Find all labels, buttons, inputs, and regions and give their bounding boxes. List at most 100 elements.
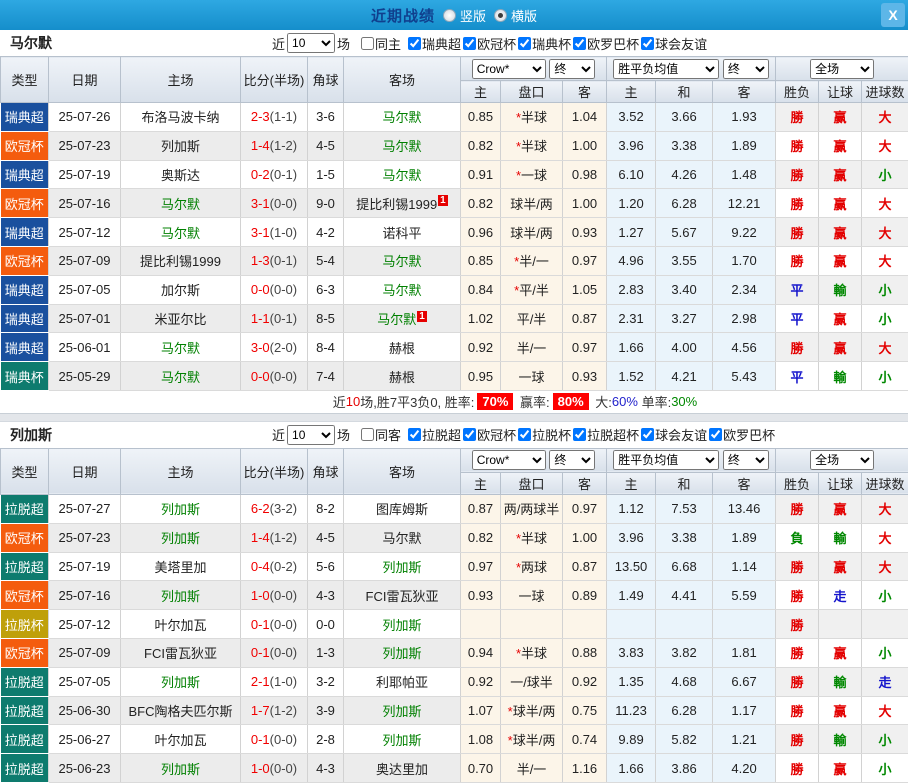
near-label: 近 [272, 34, 285, 53]
home-team: 列加斯 [121, 523, 241, 552]
league-filter-checkbox[interactable]: 瑞典杯 [517, 34, 571, 53]
result-wdl: 勝 [776, 725, 819, 754]
result-wdl: 勝 [776, 131, 819, 160]
col-header-ah-result: 让球 [819, 472, 862, 494]
wdl-odds-group-header: 胜平负均值 终 [607, 57, 776, 81]
odds-draw: 4.68 [656, 667, 713, 696]
ah-home-odds: 0.93 [461, 581, 501, 610]
odds-draw: 4.00 [656, 333, 713, 362]
score: 0-0(0-0) [241, 362, 308, 391]
near-label: 近 [272, 425, 285, 444]
league-filter-label: 瑞典杯 [532, 34, 571, 53]
league-filter-checkbox[interactable]: 拉脱超杯 [572, 425, 639, 444]
result-handicap: 赢 [819, 103, 862, 132]
rate-badge: 80% [553, 393, 589, 410]
team1-results-table: 类型 日期 主场 比分(半场) 角球 客场 Crow* 终 胜平负均值 终 全场… [0, 56, 908, 391]
away-team: 列加斯 [344, 610, 461, 639]
result-handicap: 赢 [819, 246, 862, 275]
checkbox[interactable] [573, 37, 586, 50]
odds-draw: 3.40 [656, 275, 713, 304]
col-header-corner: 角球 [308, 448, 344, 494]
checkbox[interactable] [463, 37, 476, 50]
scope-select[interactable]: 全场 [810, 450, 874, 470]
ah-line: 球半/两 [501, 218, 563, 247]
wdl-avg-select[interactable]: 胜平负均值 [613, 450, 719, 470]
league-filter-checkbox[interactable]: 欧罗巴杯 [708, 425, 775, 444]
scope-select[interactable]: 全场 [810, 59, 874, 79]
checkbox[interactable] [641, 428, 654, 441]
league-filter-checkbox[interactable]: 欧罗巴杯 [572, 34, 639, 53]
recent-count-select[interactable]: 10 [287, 425, 335, 445]
corners: 3-6 [308, 103, 344, 132]
match-row: 拉脱超25-06-30BFC陶格夫匹尔斯1-7(1-2)3-9列加斯1.07*球… [1, 696, 908, 725]
col-header-odds-away: 客 [713, 81, 776, 103]
checkbox[interactable] [641, 37, 654, 50]
odds-home: 1.20 [607, 189, 656, 218]
close-button[interactable]: X [881, 3, 905, 27]
match-row: 拉脱超25-06-23列加斯1-0(0-0)4-3奥达里加0.70半/一1.16… [1, 754, 908, 783]
checkbox[interactable] [408, 428, 421, 441]
league-filter-checkbox[interactable]: 欧冠杯 [462, 425, 516, 444]
league-badge: 瑞典杯 [1, 362, 49, 391]
home-team: 列加斯 [121, 494, 241, 523]
league-filter-checkbox[interactable]: 欧冠杯 [462, 34, 516, 53]
odds-home: 13.50 [607, 552, 656, 581]
checkbox[interactable] [709, 428, 722, 441]
bookmaker-select[interactable]: Crow* [472, 450, 546, 470]
checkbox[interactable] [408, 37, 421, 50]
away-team: 赫根 [344, 362, 461, 391]
col-header-odds-away: 客 [713, 472, 776, 494]
home-team: 列加斯 [121, 581, 241, 610]
same-venue-checkbox[interactable]: 同主 [360, 34, 401, 53]
result-wdl: 勝 [776, 103, 819, 132]
vertical-layout-radio[interactable]: 竖版 [443, 6, 486, 25]
col-header-home: 主场 [121, 448, 241, 494]
league-filter-checkbox[interactable]: 瑞典超 [407, 34, 461, 53]
home-team: 马尔默 [121, 333, 241, 362]
odds-draw: 6.68 [656, 552, 713, 581]
league-filter-label: 拉脱超 [422, 425, 461, 444]
league-filter-checkbox[interactable]: 球会友谊 [640, 425, 707, 444]
match-row: 拉脱杯25-07-12叶尔加瓦0-1(0-0)0-0列加斯勝 [1, 610, 908, 639]
recent-count-select[interactable]: 10 [287, 33, 335, 53]
corners: 1-3 [308, 638, 344, 667]
away-team: 列加斯 [344, 696, 461, 725]
league-filter-checkbox[interactable]: 球会友谊 [640, 34, 707, 53]
away-team: 马尔默1 [344, 304, 461, 333]
league-badge: 欧冠杯 [1, 523, 49, 552]
checkbox[interactable] [361, 428, 374, 441]
checkbox[interactable] [518, 37, 531, 50]
wdl-time-select[interactable]: 终 [723, 450, 769, 470]
odds-away: 1.81 [713, 638, 776, 667]
odds-time-select[interactable]: 终 [549, 59, 595, 79]
match-row: 瑞典超25-06-01马尔默3-0(2-0)8-4赫根0.92半/一0.971.… [1, 333, 908, 362]
score: 1-4(1-2) [241, 523, 308, 552]
match-row: 欧冠杯25-07-23列加斯1-4(1-2)4-5马尔默0.82*半球1.003… [1, 523, 908, 552]
checkbox[interactable] [518, 428, 531, 441]
bookmaker-select[interactable]: Crow* [472, 59, 546, 79]
league-filter-checkbox[interactable]: 拉脱杯 [517, 425, 571, 444]
corners: 4-5 [308, 131, 344, 160]
odds-away: 4.20 [713, 754, 776, 783]
checkbox[interactable] [463, 428, 476, 441]
odds-home: 1.12 [607, 494, 656, 523]
checkbox[interactable] [361, 37, 374, 50]
odds-time-select[interactable]: 终 [549, 450, 595, 470]
ah-home-odds: 0.92 [461, 333, 501, 362]
same-venue-checkbox[interactable]: 同客 [360, 425, 401, 444]
checkbox[interactable] [573, 428, 586, 441]
summary-text: 单率: [638, 392, 671, 411]
wdl-avg-select[interactable]: 胜平负均值 [613, 59, 719, 79]
horizontal-layout-radio[interactable]: 横版 [494, 6, 537, 25]
odds-away: 2.34 [713, 275, 776, 304]
col-header-result: 胜负 [776, 472, 819, 494]
ah-home-odds: 1.07 [461, 696, 501, 725]
league-filter-checkbox[interactable]: 拉脱超 [407, 425, 461, 444]
result-wdl: 勝 [776, 246, 819, 275]
odds-away: 1.21 [713, 725, 776, 754]
ah-away-odds: 0.87 [563, 304, 607, 333]
wdl-time-select[interactable]: 终 [723, 59, 769, 79]
corners: 3-9 [308, 696, 344, 725]
match-date: 25-07-19 [49, 552, 121, 581]
league-badge: 瑞典超 [1, 103, 49, 132]
